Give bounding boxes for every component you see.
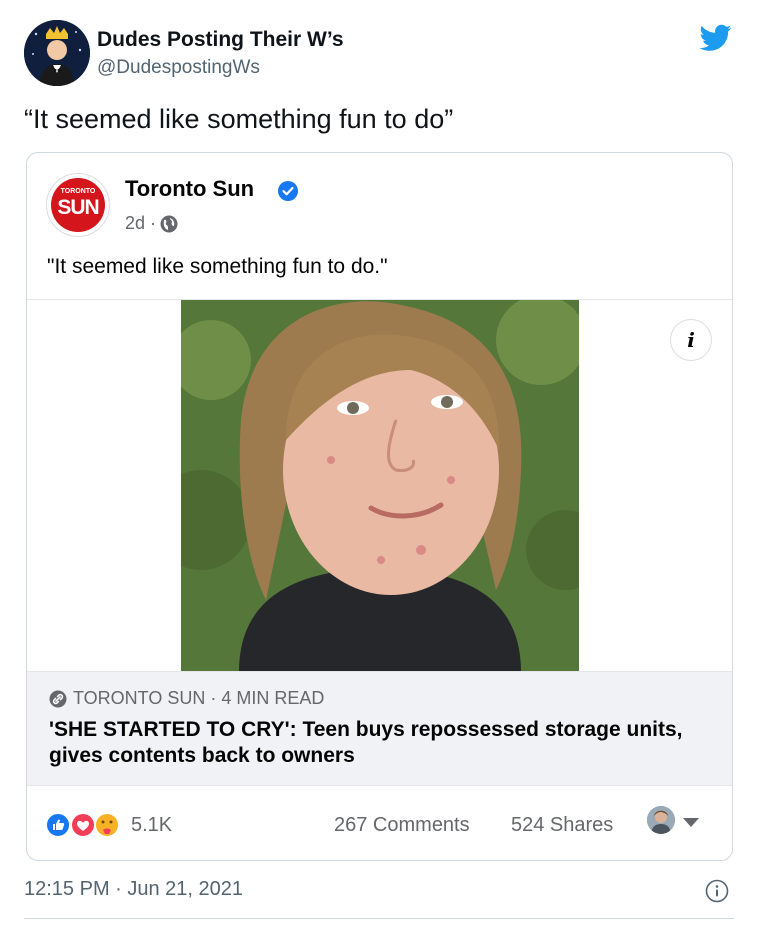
tweet-header: Dudes Posting Their W’s @DudespostingWs	[24, 20, 736, 88]
reaction-icons[interactable]	[45, 812, 127, 838]
viewer-avatar[interactable]	[647, 806, 675, 834]
post-meta: 2d ·	[125, 213, 178, 234]
engagement-bar: 5.1K 267 Comments 524 Shares	[27, 786, 732, 860]
author-avatar[interactable]	[24, 20, 90, 86]
fb-page-name[interactable]: Toronto Sun	[125, 176, 254, 202]
toronto-sun-logo[interactable]: TORONTO SUN	[46, 173, 110, 237]
fb-post-text: "It seemed like something fun to do."	[47, 255, 388, 278]
like-icon	[45, 812, 71, 838]
bottom-divider	[24, 918, 734, 919]
link-preview[interactable]: TORONTO SUN · 4 MIN READ 'SHE STARTED TO…	[27, 671, 732, 786]
facebook-post-card[interactable]: TORONTO SUN Toronto Sun 2d · "It seemed …	[26, 152, 733, 861]
globe-icon	[160, 215, 178, 232]
author-display-name[interactable]: Dudes Posting Their W’s	[97, 28, 344, 52]
link-source: TORONTO SUN · 4 MIN READ	[73, 688, 325, 708]
ad-info-button[interactable]: i	[670, 319, 712, 361]
link-headline[interactable]: 'SHE STARTED TO CRY': Teen buys reposses…	[49, 717, 719, 769]
link-icon	[49, 690, 67, 707]
tweet-info-icon[interactable]	[705, 879, 729, 903]
comment-count[interactable]: 267 Comments	[334, 814, 470, 837]
heart-icon	[70, 812, 96, 838]
care-icon	[94, 812, 120, 838]
verified-badge-icon	[278, 181, 298, 201]
tweet-text: “It seemed like something fun to do”	[24, 104, 454, 134]
share-count[interactable]: 524 Shares	[511, 814, 613, 837]
reaction-count[interactable]: 5.1K	[131, 814, 172, 837]
twitter-logo-icon[interactable]	[700, 24, 732, 52]
info-label: i	[687, 328, 695, 352]
logo-small-text: TORONTO	[60, 188, 96, 195]
post-age[interactable]: 2d ·	[125, 213, 156, 234]
link-source-row: TORONTO SUN · 4 MIN READ	[49, 688, 324, 709]
tweet-timestamp[interactable]: 12:15 PM · Jun 21, 2021	[24, 878, 243, 901]
teen-portrait-photo[interactable]	[181, 300, 579, 672]
logo-big-text: SUN	[57, 196, 99, 219]
audience-dropdown-caret-icon[interactable]	[683, 818, 699, 827]
post-media[interactable]: i	[27, 299, 732, 672]
author-handle[interactable]: @DudespostingWs	[97, 57, 260, 79]
